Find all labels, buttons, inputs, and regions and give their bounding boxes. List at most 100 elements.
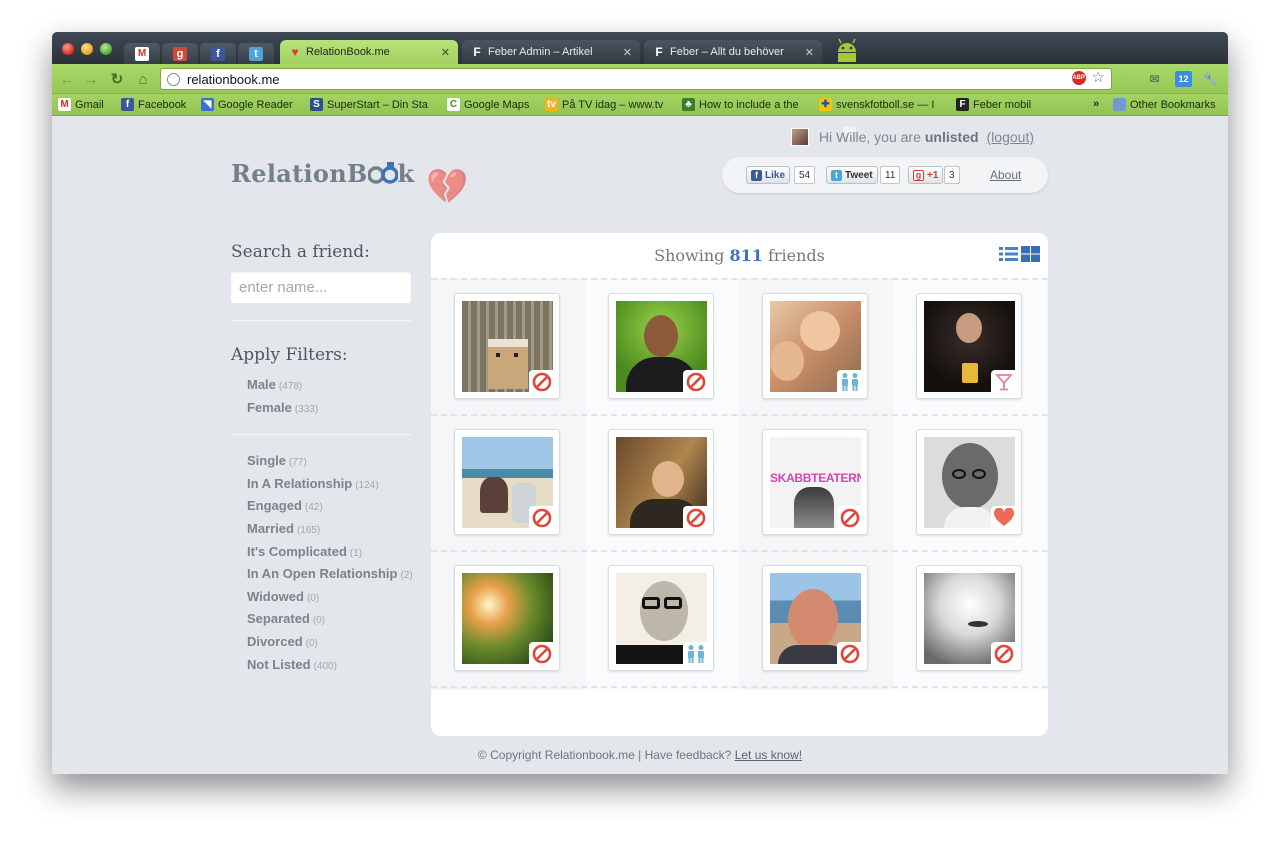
- grid-divider: [431, 550, 1048, 552]
- filter-widowed[interactable]: Widowed (0): [247, 589, 411, 612]
- facebook-like-button[interactable]: f Like: [746, 166, 791, 184]
- minimize-window-button[interactable]: [81, 43, 93, 55]
- filters-title: Apply Filters:: [231, 345, 348, 365]
- bookmarks-overflow-button[interactable]: »: [1093, 98, 1099, 110]
- tab-relationbook[interactable]: ♥ RelationBook.me ✕: [280, 40, 458, 64]
- filter-in-a-relationship[interactable]: In A Relationship (124): [247, 476, 411, 499]
- tab-feber-admin[interactable]: F Feber Admin – Artikel ✕: [462, 40, 640, 64]
- bookmark-star-icon[interactable]: ☆: [1092, 70, 1105, 85]
- couple-icon: [837, 370, 863, 394]
- gmail-icon: M: [58, 98, 71, 111]
- mail-icon[interactable]: ✉: [1146, 71, 1163, 87]
- bookmark-superstart[interactable]: S SuperStart – Din Sta: [310, 98, 434, 111]
- close-tab-icon[interactable]: ✕: [441, 46, 450, 59]
- google-plus-icon: g: [173, 46, 187, 61]
- filter-male[interactable]: Male (478): [247, 377, 411, 400]
- pinned-tab-google-plus[interactable]: g: [162, 43, 198, 64]
- bookmark-how-to[interactable]: ♣ How to include a the: [682, 98, 806, 111]
- friend-card[interactable]: [608, 293, 714, 399]
- tab-strip: M g f t ♥ RelationBook.me ✕ F Feber Admi…: [52, 32, 1228, 64]
- filter-not-listed[interactable]: Not Listed (400): [247, 657, 411, 680]
- wrench-icon[interactable]: 🔧: [1202, 71, 1219, 87]
- divider: [231, 320, 411, 321]
- folder-icon: [1113, 98, 1126, 111]
- friend-card[interactable]: [916, 293, 1022, 399]
- tab-feber[interactable]: F Feber – Allt du behöver ✕: [644, 40, 822, 64]
- view-toggle: [999, 246, 1040, 262]
- home-icon[interactable]: ⌂: [134, 70, 152, 88]
- friend-card[interactable]: [454, 429, 560, 535]
- gender-filters: Male (478) Female (333): [231, 377, 411, 422]
- filter-single[interactable]: Single (77): [247, 453, 411, 476]
- superstart-icon: S: [310, 98, 323, 111]
- google-reader-icon: ◥: [201, 98, 214, 111]
- logo-mark-icon: [366, 161, 399, 184]
- about-link[interactable]: About: [990, 168, 1021, 182]
- bookmark-gmail[interactable]: M Gmail: [58, 98, 104, 111]
- filter-open-relationship[interactable]: In An Open Relationship (2): [247, 566, 413, 589]
- feedback-link[interactable]: Let us know!: [735, 748, 802, 762]
- bookmark-feber-mobil[interactable]: F Feber mobil: [956, 98, 1031, 111]
- bookmark-icon: ♣: [682, 98, 695, 111]
- other-bookmarks[interactable]: Other Bookmarks: [1113, 98, 1216, 111]
- feber-icon: F: [655, 45, 663, 59]
- friend-card[interactable]: [762, 565, 868, 671]
- filter-its-complicated[interactable]: It's Complicated (1): [247, 544, 411, 567]
- close-window-button[interactable]: [62, 43, 74, 55]
- friend-card[interactable]: [916, 565, 1022, 671]
- filter-separated[interactable]: Separated (0): [247, 611, 411, 634]
- bookmark-svenskfotboll[interactable]: ✚ svenskfotboll.se — I: [819, 98, 943, 111]
- list-view-icon[interactable]: [999, 246, 1018, 262]
- close-tab-icon[interactable]: ✕: [623, 46, 632, 59]
- friend-card[interactable]: [454, 293, 560, 399]
- close-tab-icon[interactable]: ✕: [805, 46, 814, 59]
- friend-card[interactable]: [608, 565, 714, 671]
- calendar-extension-icon[interactable]: 12: [1175, 71, 1192, 87]
- reload-icon[interactable]: ↻: [108, 70, 126, 88]
- back-arrow-icon[interactable]: ←: [58, 70, 76, 88]
- grid-view-icon[interactable]: [1021, 246, 1040, 262]
- logout-link[interactable]: (logout): [987, 129, 1034, 145]
- friend-card[interactable]: SKABBTEATERN: [762, 429, 868, 535]
- friend-card[interactable]: [454, 565, 560, 671]
- not-listed-icon: [529, 642, 555, 666]
- relationship-status: unlisted: [924, 129, 979, 145]
- heart-icon: ♥: [291, 45, 299, 59]
- not-listed-icon: [529, 370, 555, 394]
- tv-icon: tv: [545, 98, 558, 111]
- extension-icon[interactable]: ◔: [1118, 71, 1135, 87]
- bookmark-google-maps[interactable]: C Google Maps: [447, 98, 529, 111]
- filter-female[interactable]: Female (333): [247, 400, 411, 423]
- address-bar[interactable]: relationbook.me ABP ☆: [160, 68, 1112, 90]
- filter-married[interactable]: Married (165): [247, 521, 411, 544]
- relationbook-logo[interactable]: RelationB k: [231, 159, 414, 188]
- showing-count-heading: Showing 811 friends: [654, 246, 825, 265]
- friend-card[interactable]: [762, 293, 868, 399]
- filter-divorced[interactable]: Divorced (0): [247, 634, 411, 657]
- google-plus-one-button[interactable]: g +1: [908, 166, 944, 184]
- pinned-tab-facebook[interactable]: f: [200, 43, 236, 64]
- adblock-icon[interactable]: ABP: [1071, 71, 1086, 85]
- bookmark-facebook[interactable]: f Facebook: [121, 98, 186, 111]
- not-listed-icon: [837, 642, 863, 666]
- twitter-icon: t: [831, 169, 842, 181]
- forward-arrow-icon[interactable]: →: [82, 70, 100, 88]
- zoom-window-button[interactable]: [100, 43, 112, 55]
- tweet-button[interactable]: t Tweet: [826, 166, 878, 184]
- not-listed-icon: [529, 506, 555, 530]
- bookmark-google-reader[interactable]: ◥ Google Reader: [201, 98, 293, 111]
- friend-card[interactable]: [916, 429, 1022, 535]
- gmail-icon: M: [135, 46, 149, 61]
- friend-card[interactable]: [608, 429, 714, 535]
- filter-engaged[interactable]: Engaged (42): [247, 498, 411, 521]
- friends-grid: SKABBTEATERN: [431, 278, 1048, 690]
- feber-icon: F: [473, 45, 481, 59]
- google-maps-icon: C: [447, 98, 460, 111]
- like-count: 54: [794, 166, 816, 184]
- friend-count: 811: [729, 246, 763, 265]
- bookmark-tv[interactable]: tv På TV idag – www.tv: [545, 98, 667, 111]
- pinned-tab-twitter[interactable]: t: [238, 43, 274, 64]
- friend-search-input[interactable]: [231, 272, 411, 303]
- pinned-tab-gmail[interactable]: M: [124, 43, 160, 64]
- google-icon: g: [913, 169, 924, 181]
